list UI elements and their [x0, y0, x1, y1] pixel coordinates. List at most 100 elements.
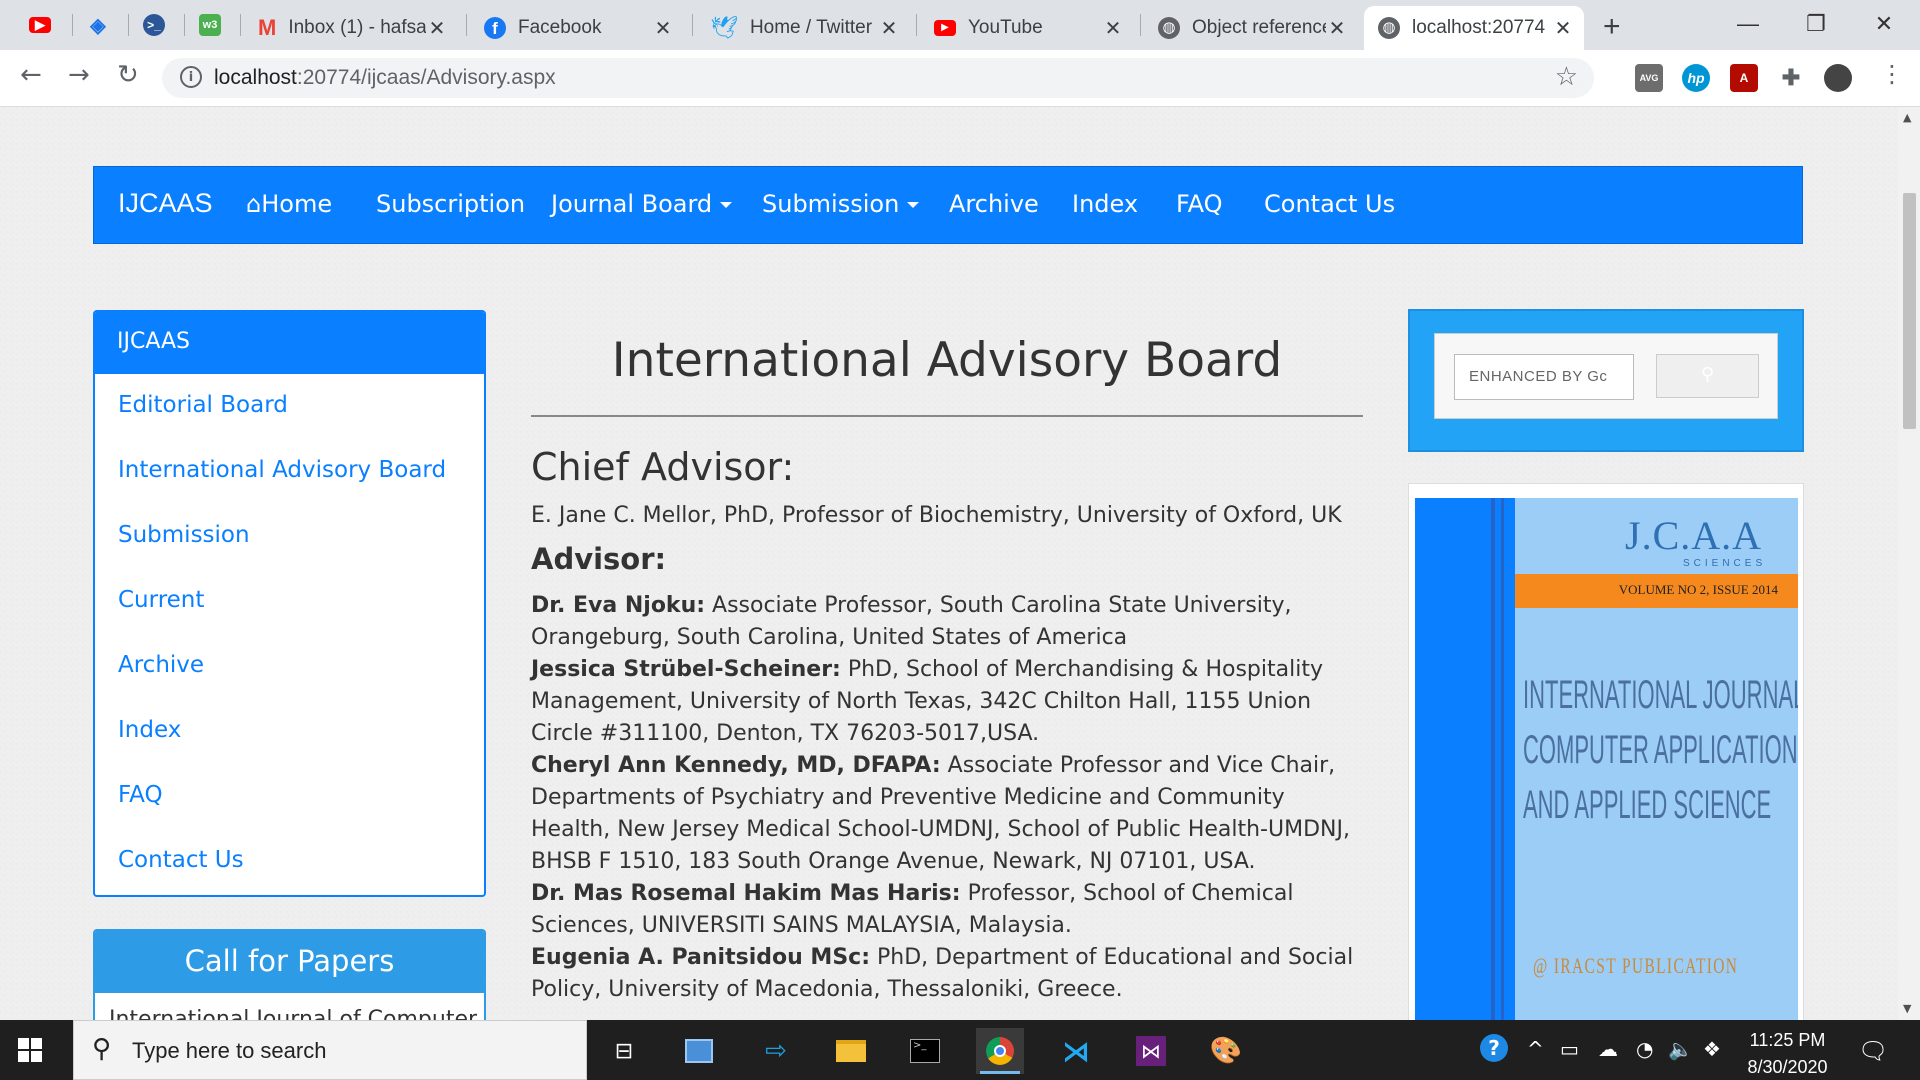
- search-container: ENHANCED BY Gc ⚲: [1434, 333, 1778, 419]
- tab-gmail[interactable]: M Inbox (1) - hafsa ✕: [244, 6, 458, 50]
- sidebar-panel: IJCAAS Editorial Board International Adv…: [93, 310, 486, 897]
- close-tab-icon[interactable]: ✕: [878, 16, 900, 41]
- scroll-thumb[interactable]: [1903, 193, 1916, 429]
- pinned-tab-w3[interactable]: w3: [184, 8, 236, 42]
- remote-app-icon[interactable]: ⇨: [752, 1028, 800, 1074]
- scroll-up-arrow[interactable]: ▲: [1903, 111, 1911, 124]
- wifi-icon[interactable]: ◔: [1636, 1037, 1653, 1061]
- sidebar-item-index[interactable]: Index: [118, 717, 181, 743]
- chief-advisor-heading: Chief Advisor:: [531, 445, 795, 489]
- avg-icon[interactable]: AVG: [1635, 64, 1663, 92]
- close-tab-icon[interactable]: ✕: [652, 16, 674, 41]
- chevron-up-icon[interactable]: ^: [1527, 1037, 1544, 1061]
- nav-index[interactable]: Index: [1072, 190, 1138, 218]
- globe-icon: ◍: [1378, 17, 1400, 39]
- sidebar-item-contact[interactable]: Contact Us: [118, 847, 244, 873]
- sidebar-item-submission[interactable]: Submission: [118, 522, 250, 548]
- nav-home[interactable]: ⌂Home: [246, 190, 332, 218]
- notifications-icon[interactable]: 🗨: [1858, 1037, 1888, 1065]
- nav-subscription[interactable]: Subscription: [376, 190, 525, 218]
- close-tab-icon[interactable]: ✕: [1326, 16, 1348, 41]
- forward-arrow-icon[interactable]: →: [68, 60, 90, 90]
- tab-youtube[interactable]: ▶ YouTube ✕: [920, 6, 1134, 50]
- back-arrow-icon[interactable]: ←: [20, 60, 42, 90]
- sidebar-item-current[interactable]: Current: [118, 587, 204, 613]
- nav-journal-board[interactable]: Journal Board: [551, 190, 733, 218]
- kebab-menu-icon[interactable]: ⋮: [1880, 60, 1904, 88]
- page-title: International Advisory Board: [611, 333, 1283, 388]
- cover-journal-name: INTERNATIONAL JOURNAL OF COMPUTER APPLIC…: [1523, 673, 1798, 827]
- pinned-tab-layers[interactable]: ◈: [72, 8, 124, 42]
- search-button[interactable]: ⚲: [1656, 354, 1759, 398]
- clock-time: 11:25 PM: [1749, 1030, 1826, 1050]
- pdf-icon[interactable]: A: [1730, 64, 1758, 92]
- windows-start-icon[interactable]: [18, 1038, 42, 1062]
- cmd-icon[interactable]: >_: [901, 1028, 949, 1074]
- new-tab-button[interactable]: +: [1603, 10, 1621, 44]
- sidebar-item-editorial-board[interactable]: Editorial Board: [118, 392, 288, 418]
- nav-submission[interactable]: Submission: [762, 190, 920, 218]
- tab-facebook[interactable]: f Facebook ✕: [470, 6, 684, 50]
- home-icon: ⌂: [246, 190, 262, 218]
- control-panel-icon[interactable]: [675, 1028, 723, 1074]
- cover-logo: J.C.A.A: [1625, 513, 1763, 558]
- close-window-button[interactable]: ✕: [1854, 4, 1914, 44]
- main-content: International Advisory Board Chief Advis…: [531, 323, 1363, 1006]
- tab-title: Object reference: [1192, 17, 1326, 38]
- battery-icon[interactable]: ▭: [1560, 1037, 1579, 1061]
- taskbar-clock[interactable]: 11:25 PM 8/30/2020: [1740, 1027, 1835, 1080]
- sidebar-item-archive[interactable]: Archive: [118, 652, 204, 678]
- youtube-icon: ▶: [934, 20, 956, 36]
- close-tab-icon[interactable]: ✕: [1102, 16, 1124, 41]
- youtube-icon: ▶: [29, 17, 51, 33]
- bookmark-star-icon[interactable]: ☆: [1555, 62, 1578, 92]
- hp-icon[interactable]: hp: [1682, 64, 1710, 92]
- tab-title: localhost:20774: [1412, 17, 1546, 38]
- call-for-papers-panel: Call for Papers International Journal of…: [93, 929, 486, 1020]
- chief-advisor-name: E. Jane C. Mellor, PhD, Professor of Bio…: [531, 503, 1342, 528]
- site-info-icon[interactable]: i: [180, 66, 202, 88]
- chrome-icon[interactable]: [976, 1028, 1024, 1074]
- scroll-down-arrow[interactable]: ▼: [1903, 1002, 1911, 1015]
- tab-twitter[interactable]: 🕊 Home / Twitter ✕: [696, 6, 910, 50]
- advisor-heading: Advisor:: [531, 542, 667, 576]
- reload-icon[interactable]: ↻: [117, 60, 139, 90]
- tab-object-reference[interactable]: ◍ Object reference ✕: [1144, 6, 1358, 50]
- restore-button[interactable]: ❐: [1786, 4, 1846, 44]
- tab-localhost-active[interactable]: ◍ localhost:20774 ✕: [1364, 6, 1584, 50]
- taskbar-search-box[interactable]: ⚲ Type here to search: [73, 1020, 587, 1080]
- journal-cover-image: J.C.A.A SCIENCES VOLUME NO 2, ISSUE 2014…: [1415, 498, 1798, 1020]
- search-input[interactable]: ENHANCED BY Gc: [1454, 354, 1634, 400]
- brand-link[interactable]: IJCAAS: [118, 188, 213, 219]
- puzzle-icon[interactable]: ✚: [1777, 64, 1805, 92]
- advisor-entry: Eugenia A. Panitsidou MSc: PhD, Departme…: [531, 945, 1354, 1002]
- close-tab-icon[interactable]: ✕: [1552, 16, 1574, 41]
- sidebar-item-advisory-board[interactable]: International Advisory Board: [118, 457, 446, 483]
- nav-contact[interactable]: Contact Us: [1264, 190, 1395, 218]
- paint-icon[interactable]: 🎨: [1202, 1028, 1250, 1074]
- vscode-icon[interactable]: ⋊: [1052, 1028, 1100, 1074]
- caret-down-icon: [720, 202, 733, 208]
- nav-archive[interactable]: Archive: [949, 190, 1039, 218]
- page-scrollbar[interactable]: ▲ ▼: [1898, 107, 1920, 1020]
- dropbox-icon[interactable]: ❖: [1703, 1037, 1721, 1061]
- advisor-entry: Dr. Eva Njoku: Associate Professor, Sout…: [531, 593, 1292, 650]
- address-bar[interactable]: i localhost:20774/ijcaas/Advisory.aspx ☆: [162, 58, 1594, 98]
- profile-avatar[interactable]: [1824, 64, 1852, 92]
- nav-faq[interactable]: FAQ: [1176, 190, 1223, 218]
- volume-icon[interactable]: 🔈: [1668, 1037, 1693, 1061]
- pinned-tab-terminal[interactable]: >_: [128, 8, 180, 42]
- onedrive-icon[interactable]: ☁: [1598, 1037, 1618, 1061]
- task-view-icon[interactable]: ⊟: [600, 1028, 648, 1074]
- close-tab-icon[interactable]: ✕: [426, 16, 448, 41]
- help-icon[interactable]: ?: [1480, 1034, 1508, 1062]
- call-for-papers-body: International Journal of Computer: [109, 1007, 478, 1020]
- facebook-icon: f: [484, 17, 506, 39]
- visual-studio-icon[interactable]: ⋈: [1127, 1028, 1175, 1074]
- advisor-entry: Jessica Strübel-Scheiner: PhD, School of…: [531, 657, 1323, 746]
- minimize-button[interactable]: —: [1718, 4, 1778, 44]
- tab-title: Inbox (1) - hafsa: [288, 17, 426, 38]
- sidebar-item-faq[interactable]: FAQ: [118, 782, 163, 808]
- pinned-tab-youtube[interactable]: ▶: [14, 8, 66, 42]
- file-explorer-icon[interactable]: [827, 1028, 875, 1074]
